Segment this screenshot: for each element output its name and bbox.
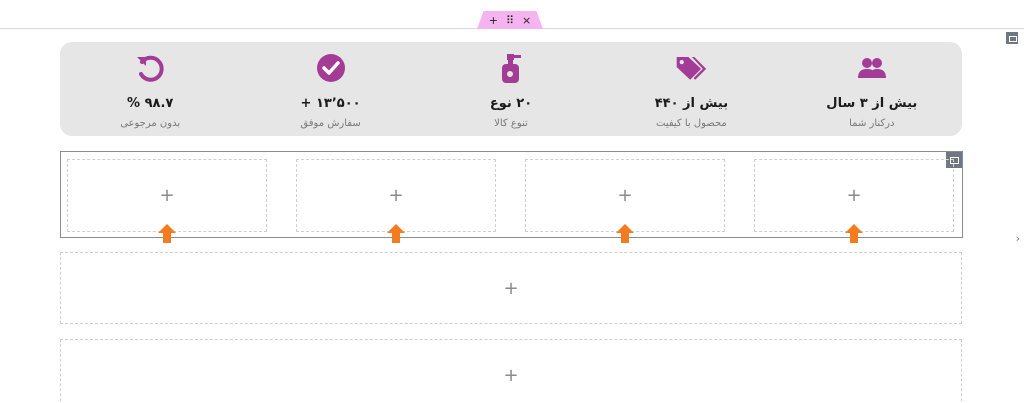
- stat-title: ۱۳٬۵۰۰ +: [300, 96, 361, 111]
- drag-handle-icon[interactable]: ⠿: [506, 15, 514, 26]
- section-handle[interactable]: + ⠿ ×: [477, 11, 543, 29]
- stat-title: ۲۰ نوع: [489, 96, 533, 111]
- arrow-up-icon: [616, 224, 634, 243]
- check-circle-icon: [315, 52, 347, 84]
- add-widget-icon[interactable]: +: [503, 365, 518, 386]
- users-icon: [856, 52, 888, 84]
- add-section-icon[interactable]: +: [489, 15, 498, 26]
- stat-item-variety: ۲۰ نوع تنوع کالا: [421, 42, 601, 136]
- empty-column[interactable]: +: [754, 159, 954, 243]
- empty-section[interactable]: +: [60, 252, 962, 324]
- add-widget-icon[interactable]: +: [159, 185, 174, 206]
- stat-subtitle: بدون مرجوعی: [120, 118, 181, 129]
- stat-subtitle: سفارش موفق: [300, 118, 361, 129]
- stat-item-products: بیش از ۴۴۰ محصول با کیفیت: [601, 42, 781, 136]
- stat-subtitle: محصول با کیفیت: [656, 118, 727, 129]
- columns-section[interactable]: + + + +: [60, 151, 963, 243]
- undo-icon: [134, 52, 166, 84]
- stat-title: بیش از ۳ سال: [826, 96, 918, 111]
- stat-subtitle: درکنار شما: [849, 118, 895, 129]
- tags-icon: [675, 52, 707, 84]
- arrow-up-icon: [387, 224, 405, 243]
- add-widget-icon[interactable]: +: [503, 278, 518, 299]
- stats-bar: بیش از ۳ سال درکنار شما بیش از ۴۴۰ محصول…: [60, 42, 962, 136]
- section-toggle-icon[interactable]: [1006, 32, 1018, 44]
- add-widget-icon[interactable]: +: [617, 185, 632, 206]
- arrow-up-icon: [158, 224, 176, 243]
- add-widget-icon[interactable]: +: [846, 185, 861, 206]
- stat-subtitle: تنوع کالا: [494, 118, 528, 129]
- add-widget-icon[interactable]: +: [388, 185, 403, 206]
- stat-title: بیش از ۴۴۰: [654, 96, 729, 111]
- empty-column[interactable]: +: [67, 159, 267, 243]
- chevron-right-icon[interactable]: ›: [1016, 232, 1020, 245]
- editor-canvas: + ⠿ × › بیش از ۳ سال درکنار شما بیش از ۴…: [0, 0, 1024, 403]
- empty-section[interactable]: +: [60, 339, 962, 403]
- arrow-up-icon: [845, 224, 863, 243]
- empty-column[interactable]: +: [525, 159, 725, 243]
- stat-item-experience: بیش از ۳ سال درکنار شما: [782, 42, 962, 136]
- empty-column[interactable]: +: [296, 159, 496, 243]
- stat-title: ۹۸.۷ %: [127, 96, 174, 111]
- stat-item-returns: ۹۸.۷ % بدون مرجوعی: [60, 42, 240, 136]
- close-section-icon[interactable]: ×: [522, 15, 531, 26]
- spray-bottle-icon: [495, 52, 527, 84]
- stat-item-orders: ۱۳٬۵۰۰ + سفارش موفق: [240, 42, 420, 136]
